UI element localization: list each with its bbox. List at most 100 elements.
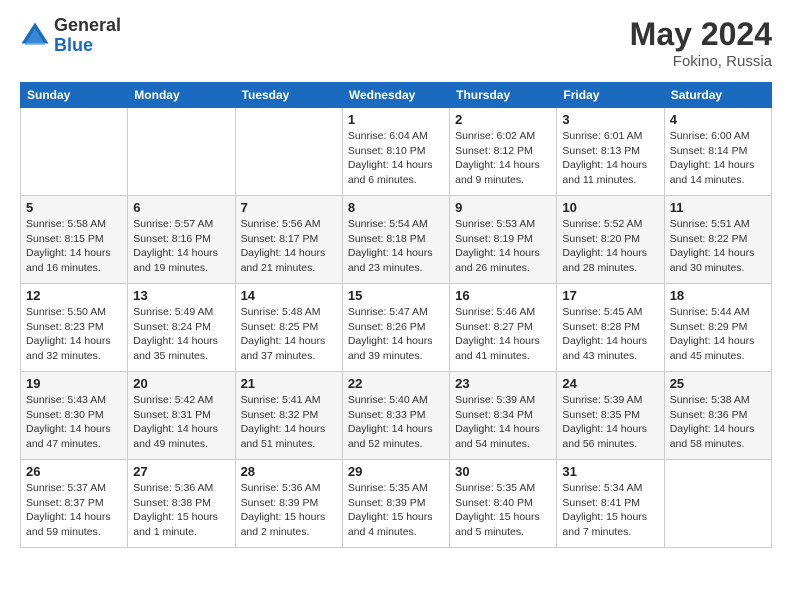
day-info: Sunrise: 5:50 AM Sunset: 8:23 PM Dayligh… — [26, 305, 122, 364]
day-number: 24 — [562, 376, 658, 391]
day-info: Sunrise: 5:53 AM Sunset: 8:19 PM Dayligh… — [455, 217, 551, 276]
table-row: 12 Sunrise: 5:50 AM Sunset: 8:23 PM Dayli… — [21, 284, 128, 372]
table-row — [664, 460, 771, 548]
day-number: 27 — [133, 464, 229, 479]
table-row — [21, 108, 128, 196]
table-row: 19 Sunrise: 5:43 AM Sunset: 8:30 PM Dayli… — [21, 372, 128, 460]
table-row: 15Sunrise: 5:47 AM Sunset: 8:26 PM Dayli… — [342, 284, 449, 372]
day-info: Sunrise: 5:36 AM Sunset: 8:39 PM Dayligh… — [241, 481, 337, 540]
page: General Blue May 2024 Fokino, Russia Sun… — [0, 0, 792, 612]
table-row: 18 Sunrise: 5:44 AM Sunset: 8:29 PM Dayli… — [664, 284, 771, 372]
day-number: 15 — [348, 288, 444, 303]
logo-icon — [20, 21, 50, 51]
day-info: Sunrise: 5:56 AM Sunset: 8:17 PM Dayligh… — [241, 217, 337, 276]
day-info: Sunrise: 5:52 AM Sunset: 8:20 PM Dayligh… — [562, 217, 658, 276]
day-number: 3 — [562, 112, 658, 127]
header-saturday: Saturday — [664, 83, 771, 108]
table-row: 30 Sunrise: 5:35 AM Sunset: 8:40 PM Dayli… — [450, 460, 557, 548]
day-number: 25 — [670, 376, 766, 391]
day-info: Sunrise: 5:42 AM Sunset: 8:31 PM Dayligh… — [133, 393, 229, 452]
table-row: 8 Sunrise: 5:54 AM Sunset: 8:18 PM Daylig… — [342, 196, 449, 284]
header: General Blue May 2024 Fokino, Russia — [20, 16, 772, 70]
table-row — [235, 108, 342, 196]
day-info: Sunrise: 5:58 AM Sunset: 8:15 PM Dayligh… — [26, 217, 122, 276]
location-title: Fokino, Russia — [630, 53, 772, 70]
day-info: Sunrise: 6:04 AM Sunset: 8:10 PM Dayligh… — [348, 129, 444, 188]
day-number: 8 — [348, 200, 444, 215]
day-number: 14 — [241, 288, 337, 303]
day-number: 30 — [455, 464, 551, 479]
day-number: 7 — [241, 200, 337, 215]
month-year-title: May 2024 — [630, 16, 772, 53]
table-row: 6 Sunrise: 5:57 AM Sunset: 8:16 PM Daylig… — [128, 196, 235, 284]
calendar-week-row: 12 Sunrise: 5:50 AM Sunset: 8:23 PM Dayli… — [21, 284, 772, 372]
table-row: 14 Sunrise: 5:48 AM Sunset: 8:25 PM Dayli… — [235, 284, 342, 372]
table-row: 20 Sunrise: 5:42 AM Sunset: 8:31 PM Dayli… — [128, 372, 235, 460]
day-number: 17 — [562, 288, 658, 303]
logo-text: General Blue — [54, 16, 121, 56]
day-number: 21 — [241, 376, 337, 391]
day-info: Sunrise: 5:51 AM Sunset: 8:22 PM Dayligh… — [670, 217, 766, 276]
day-info: Sunrise: 5:34 AM Sunset: 8:41 PM Dayligh… — [562, 481, 658, 540]
table-row: 2 Sunrise: 6:02 AM Sunset: 8:12 PM Daylig… — [450, 108, 557, 196]
day-info: Sunrise: 5:49 AM Sunset: 8:24 PM Dayligh… — [133, 305, 229, 364]
day-info: Sunrise: 5:37 AM Sunset: 8:37 PM Dayligh… — [26, 481, 122, 540]
day-number: 16 — [455, 288, 551, 303]
table-row: 1Sunrise: 6:04 AM Sunset: 8:10 PM Daylig… — [342, 108, 449, 196]
table-row — [128, 108, 235, 196]
day-number: 11 — [670, 200, 766, 215]
table-row: 10 Sunrise: 5:52 AM Sunset: 8:20 PM Dayli… — [557, 196, 664, 284]
header-sunday: Sunday — [21, 83, 128, 108]
header-thursday: Thursday — [450, 83, 557, 108]
day-info: Sunrise: 5:54 AM Sunset: 8:18 PM Dayligh… — [348, 217, 444, 276]
table-row: 27 Sunrise: 5:36 AM Sunset: 8:38 PM Dayli… — [128, 460, 235, 548]
calendar-week-row: 19 Sunrise: 5:43 AM Sunset: 8:30 PM Dayli… — [21, 372, 772, 460]
day-info: Sunrise: 5:44 AM Sunset: 8:29 PM Dayligh… — [670, 305, 766, 364]
day-info: Sunrise: 5:35 AM Sunset: 8:40 PM Dayligh… — [455, 481, 551, 540]
day-info: Sunrise: 5:35 AM Sunset: 8:39 PM Dayligh… — [348, 481, 444, 540]
day-info: Sunrise: 5:48 AM Sunset: 8:25 PM Dayligh… — [241, 305, 337, 364]
day-info: Sunrise: 5:38 AM Sunset: 8:36 PM Dayligh… — [670, 393, 766, 452]
day-number: 22 — [348, 376, 444, 391]
calendar-week-row: 1Sunrise: 6:04 AM Sunset: 8:10 PM Daylig… — [21, 108, 772, 196]
day-number: 2 — [455, 112, 551, 127]
day-number: 4 — [670, 112, 766, 127]
day-info: Sunrise: 6:00 AM Sunset: 8:14 PM Dayligh… — [670, 129, 766, 188]
table-row: 4 Sunrise: 6:00 AM Sunset: 8:14 PM Daylig… — [664, 108, 771, 196]
title-section: May 2024 Fokino, Russia — [630, 16, 772, 70]
day-info: Sunrise: 5:36 AM Sunset: 8:38 PM Dayligh… — [133, 481, 229, 540]
day-info: Sunrise: 5:41 AM Sunset: 8:32 PM Dayligh… — [241, 393, 337, 452]
day-number: 12 — [26, 288, 122, 303]
day-number: 31 — [562, 464, 658, 479]
day-number: 10 — [562, 200, 658, 215]
day-info: Sunrise: 5:57 AM Sunset: 8:16 PM Dayligh… — [133, 217, 229, 276]
calendar-week-row: 5Sunrise: 5:58 AM Sunset: 8:15 PM Daylig… — [21, 196, 772, 284]
table-row: 5Sunrise: 5:58 AM Sunset: 8:15 PM Daylig… — [21, 196, 128, 284]
calendar-week-row: 26Sunrise: 5:37 AM Sunset: 8:37 PM Dayli… — [21, 460, 772, 548]
table-row: 29Sunrise: 5:35 AM Sunset: 8:39 PM Dayli… — [342, 460, 449, 548]
day-info: Sunrise: 6:02 AM Sunset: 8:12 PM Dayligh… — [455, 129, 551, 188]
day-number: 20 — [133, 376, 229, 391]
header-monday: Monday — [128, 83, 235, 108]
table-row: 7 Sunrise: 5:56 AM Sunset: 8:17 PM Daylig… — [235, 196, 342, 284]
day-number: 23 — [455, 376, 551, 391]
header-friday: Friday — [557, 83, 664, 108]
day-number: 28 — [241, 464, 337, 479]
day-number: 9 — [455, 200, 551, 215]
day-number: 19 — [26, 376, 122, 391]
day-number: 6 — [133, 200, 229, 215]
table-row: 25 Sunrise: 5:38 AM Sunset: 8:36 PM Dayli… — [664, 372, 771, 460]
table-row: 23Sunrise: 5:39 AM Sunset: 8:34 PM Dayli… — [450, 372, 557, 460]
table-row: 26Sunrise: 5:37 AM Sunset: 8:37 PM Dayli… — [21, 460, 128, 548]
table-row: 16 Sunrise: 5:46 AM Sunset: 8:27 PM Dayli… — [450, 284, 557, 372]
table-row: 22 Sunrise: 5:40 AM Sunset: 8:33 PM Dayli… — [342, 372, 449, 460]
table-row: 9 Sunrise: 5:53 AM Sunset: 8:19 PM Daylig… — [450, 196, 557, 284]
header-tuesday: Tuesday — [235, 83, 342, 108]
header-wednesday: Wednesday — [342, 83, 449, 108]
day-info: Sunrise: 5:43 AM Sunset: 8:30 PM Dayligh… — [26, 393, 122, 452]
day-info: Sunrise: 5:46 AM Sunset: 8:27 PM Dayligh… — [455, 305, 551, 364]
table-row: 11 Sunrise: 5:51 AM Sunset: 8:22 PM Dayli… — [664, 196, 771, 284]
table-row: 21 Sunrise: 5:41 AM Sunset: 8:32 PM Dayli… — [235, 372, 342, 460]
day-number: 18 — [670, 288, 766, 303]
day-info: Sunrise: 5:40 AM Sunset: 8:33 PM Dayligh… — [348, 393, 444, 452]
